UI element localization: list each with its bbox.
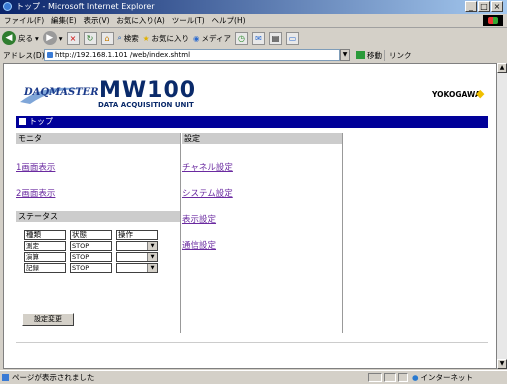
menu-help[interactable]: ヘルプ(H) [212, 14, 246, 27]
close-button[interactable]: × [491, 1, 503, 12]
single-screen-link[interactable]: 1画面表示 [16, 161, 180, 173]
back-label: 戻る [18, 33, 33, 43]
media-icon: ◉ [192, 33, 200, 43]
page-title-bar: トップ [16, 116, 488, 128]
menu-view[interactable]: 表示(V) [84, 14, 110, 27]
minimize-button[interactable]: _ [465, 1, 477, 12]
zone-label: インターネット [412, 371, 474, 384]
history-button[interactable]: ◷ [235, 31, 248, 45]
back-button[interactable]: ◀ 戻る ▾ [2, 31, 39, 45]
media-label: メディア [201, 33, 231, 43]
search-label: 検索 [123, 33, 139, 43]
dual-screen-link[interactable]: 2画面表示 [16, 187, 180, 199]
row-type: 測定 [24, 240, 66, 251]
row-state: STOP [70, 262, 112, 273]
print-button[interactable]: ▤ [269, 31, 282, 45]
windows-logo-icon [483, 15, 503, 26]
row-type: 演算 [24, 251, 66, 262]
status-bar: ページが表示されました インターネット [0, 370, 507, 384]
daqmaster-logo: DAQMASTER [24, 87, 99, 98]
dropdown-icon: ▾ [35, 33, 39, 43]
refresh-button[interactable]: ↻ [83, 31, 97, 45]
monitor-heading: モニタ [16, 133, 180, 144]
column-header-state: 状態 [70, 229, 112, 240]
operation-select[interactable] [116, 240, 158, 251]
title-bar: トップ - Microsoft Internet Explorer _ □ × [0, 0, 507, 14]
status-segment [368, 373, 382, 382]
toolbar: ◀ 戻る ▾ ▶ ▾ × ↻ ⌂ ⌕ 検索 ★ お気に入り ◉ メディア ◷ ✉ ▤ ▭ [0, 28, 507, 48]
model-subtitle: DATA ACQUISITION UNIT [98, 101, 194, 109]
status-text: ページが表示されました [12, 373, 95, 382]
menu-bar: ファイル(F) 編集(E) 表示(V) お気に入り(A) ツール(T) ヘルプ(… [0, 14, 507, 28]
system-settings-link[interactable]: システム設定 [182, 187, 342, 199]
status-segment [398, 373, 408, 382]
address-label: アドレス(D) [3, 51, 45, 60]
search-icon: ⌕ [117, 33, 122, 42]
logo-area: DAQMASTER MW100 DATA ACQUISITION UNIT YO… [16, 78, 488, 116]
mail-button[interactable]: ✉ [252, 31, 265, 45]
dropdown-icon: ▾ [58, 33, 63, 43]
table-row: 記録 STOP [22, 262, 160, 273]
row-state: STOP [70, 251, 112, 262]
search-button[interactable]: ⌕ 検索 [118, 33, 139, 44]
change-settings-button[interactable]: 設定変更 [22, 313, 74, 326]
address-bar: アドレス(D) http://192.168.1.101 /web/index.… [0, 49, 507, 62]
favorites-button[interactable]: ★ お気に入り [143, 33, 189, 44]
scroll-down-icon[interactable]: ▼ [497, 359, 507, 369]
edit-button[interactable]: ▭ [286, 31, 299, 45]
page-icon [2, 374, 9, 381]
channel-settings-link[interactable]: チャネル設定 [182, 161, 342, 173]
maximize-button[interactable]: □ [478, 1, 490, 12]
stop-button[interactable]: × [66, 31, 80, 45]
favorites-label: お気に入り [151, 33, 189, 43]
go-button[interactable]: 移動 [356, 50, 382, 61]
settings-heading: 設定 [182, 133, 342, 144]
communication-settings-link[interactable]: 通信設定 [182, 239, 342, 251]
status-heading: ステータス [16, 211, 180, 222]
home-button[interactable]: ⌂ [100, 31, 114, 45]
window-title: トップ - Microsoft Internet Explorer [16, 2, 155, 11]
star-icon: ★ [142, 33, 150, 43]
status-table: 種類 状態 操作 測定 STOP 演算 STOP 記録 STOP [22, 229, 160, 273]
menu-favorites[interactable]: お気に入り(A) [116, 14, 164, 27]
menu-tools[interactable]: ツール(T) [172, 14, 205, 27]
yokogawa-logo: YOKOGAWA [432, 90, 481, 99]
page-title: トップ [29, 117, 53, 126]
address-input[interactable]: http://192.168.1.101 /web/index.shtml [44, 49, 340, 61]
divider [16, 342, 488, 343]
model-name: MW100 [99, 78, 197, 103]
address-dropdown-icon[interactable]: ▼ [340, 49, 350, 61]
media-button[interactable]: ◉ メディア [193, 33, 231, 44]
back-arrow-icon: ◀ [2, 31, 16, 45]
row-state: STOP [70, 240, 112, 251]
left-column: モニタ 1画面表示 2画面表示 ステータス 種類 状態 操作 測定 STOP 演… [16, 133, 181, 333]
row-type: 記録 [24, 262, 66, 273]
yokogawa-star-icon: ◆ [476, 87, 485, 100]
column-header-operation: 操作 [116, 229, 158, 240]
forward-button[interactable]: ▶ ▾ [42, 31, 63, 45]
table-row: 演算 STOP [22, 251, 160, 262]
scroll-up-icon[interactable]: ▲ [497, 63, 507, 73]
middle-column: 設定 チャネル設定 システム設定 表示設定 通信設定 [182, 133, 343, 333]
operation-select[interactable] [116, 251, 158, 262]
menu-file[interactable]: ファイル(F) [4, 14, 44, 27]
display-settings-link[interactable]: 表示設定 [182, 213, 342, 225]
ie-icon [3, 2, 12, 11]
column-header-type: 種類 [24, 229, 66, 240]
square-bullet-icon [19, 118, 26, 125]
status-segment [384, 373, 396, 382]
links-button[interactable]: リンク [384, 50, 412, 61]
forward-arrow-icon: ▶ [42, 31, 57, 45]
table-row: 測定 STOP [22, 240, 160, 251]
page-content: DAQMASTER MW100 DATA ACQUISITION UNIT YO… [3, 63, 497, 369]
operation-select[interactable] [116, 262, 158, 273]
menu-edit[interactable]: 編集(E) [51, 14, 77, 27]
vertical-scrollbar[interactable]: ▲ ▼ [497, 63, 507, 369]
